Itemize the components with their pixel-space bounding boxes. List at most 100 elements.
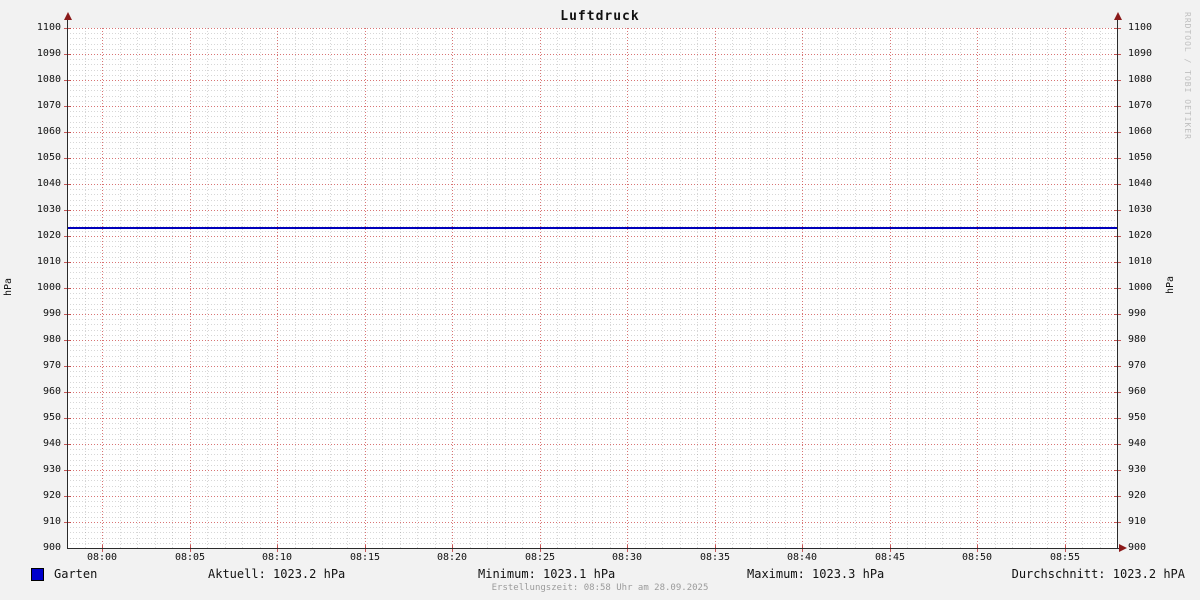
minor-gridline [1099, 28, 1101, 548]
minor-gridline [959, 28, 961, 548]
y-axis-label-left: hPa [3, 277, 14, 297]
major-gridline [364, 28, 366, 548]
chart-title: Luftdruck [560, 9, 640, 24]
minor-gridline [469, 28, 471, 548]
legend-average-value: Durchschnitt: 1023.2 hPA [1011, 567, 1185, 581]
minor-gridline [1082, 28, 1083, 548]
minor-gridline [522, 28, 523, 548]
minor-gridline [172, 28, 173, 548]
x-tick-label: 08:05 [174, 552, 206, 563]
y-tick-label-left: 950 [42, 412, 61, 423]
x-tick-label: 08:45 [874, 552, 906, 563]
minor-gridline [487, 28, 488, 548]
y-axis-right [1117, 20, 1118, 549]
minor-gridline [242, 28, 243, 548]
y-tick-label-left: 1090 [36, 48, 61, 59]
y-axis-label-right: hPa [1165, 275, 1176, 295]
y-tick-label-right: 1060 [1128, 126, 1153, 137]
minor-gridline [819, 28, 821, 548]
minor-gridline [504, 28, 506, 548]
minor-gridline [1047, 28, 1048, 548]
minor-gridline [749, 28, 751, 548]
x-tick-label: 08:25 [524, 552, 556, 563]
minor-gridline [924, 28, 926, 548]
y-tick-label-right: 920 [1128, 490, 1147, 501]
minor-gridline [399, 28, 401, 548]
minor-gridline [154, 28, 156, 548]
minor-gridline [259, 28, 261, 548]
legend-maximum-value: Maximum: 1023.3 hPa [747, 567, 885, 581]
major-gridline [452, 28, 453, 548]
major-gridline [1064, 28, 1066, 548]
minor-gridline [592, 28, 593, 548]
minor-gridline [1012, 28, 1013, 548]
minor-gridline [137, 28, 138, 548]
minor-gridline [609, 28, 611, 548]
major-gridline [102, 28, 103, 548]
y-tick-label-left: 1050 [36, 152, 61, 163]
creation-timestamp: Erstellungszeit: 08:58 Uhr am 28.09.2025 [491, 583, 709, 593]
major-gridline [627, 28, 628, 548]
minor-gridline [907, 28, 908, 548]
y-tick-label-left: 900 [42, 542, 61, 553]
y-axis-left [67, 20, 68, 549]
x-tick-label: 08:50 [961, 552, 993, 563]
y-tick-label-left: 920 [42, 490, 61, 501]
major-gridline [539, 28, 541, 548]
minor-gridline [854, 28, 856, 548]
x-tick-label: 08:35 [699, 552, 731, 563]
y-tick-label-left: 1080 [36, 74, 61, 85]
major-gridline [889, 28, 891, 548]
minor-gridline [784, 28, 786, 548]
y-tick-label-right: 1010 [1128, 256, 1153, 267]
minor-gridline [697, 28, 698, 548]
minor-gridline [1029, 28, 1031, 548]
minor-gridline [767, 28, 768, 548]
y-tick-label-left: 1030 [36, 204, 61, 215]
minor-gridline [837, 28, 838, 548]
y-tick-label-right: 940 [1128, 438, 1147, 449]
minor-gridline [994, 28, 996, 548]
major-gridline [714, 28, 716, 548]
legend-row: Garten Aktuell: 1023.2 hPa Minimum: 1023… [0, 568, 1200, 582]
y-tick-label-right: 1050 [1128, 152, 1153, 163]
rrdtool-graph: 900 900 910 910 920 920 930 930 940 940 950 950 960 9… [0, 0, 1200, 600]
y-tick-label-right: 1090 [1128, 48, 1153, 59]
minor-gridline [347, 28, 348, 548]
x-tick-label: 08:40 [786, 552, 818, 563]
minor-gridline [382, 28, 383, 548]
y-tick-label-right: 1070 [1128, 100, 1153, 111]
minor-gridline [644, 28, 646, 548]
y-tick-label-right: 930 [1128, 464, 1147, 475]
x-tick-label: 08:30 [611, 552, 643, 563]
minor-gridline [574, 28, 576, 548]
y-tick-label-right: 1020 [1128, 230, 1153, 241]
x-tick-label: 08:00 [86, 552, 118, 563]
y-tick-label-left: 910 [42, 516, 61, 527]
minor-gridline [662, 28, 663, 548]
x-tick-label: 08:15 [349, 552, 381, 563]
y-tick-label-left: 1010 [36, 256, 61, 267]
y-tick-label-left: 1040 [36, 178, 61, 189]
y-tick-label-left: 980 [42, 334, 61, 345]
y-tick-label-right: 950 [1128, 412, 1147, 423]
minor-gridline [329, 28, 331, 548]
x-tick-label: 08:10 [261, 552, 293, 563]
rrdtool-watermark: RRDTOOL / TOBI OETIKER [1183, 12, 1192, 140]
minor-gridline [872, 28, 873, 548]
y-tick-label-left: 940 [42, 438, 61, 449]
y-tick-label-right: 1080 [1128, 74, 1153, 85]
minor-gridline [312, 28, 313, 548]
legend-swatch-garten [31, 568, 44, 581]
x-axis-arrow-icon [1119, 544, 1127, 552]
minor-gridline [119, 28, 121, 548]
y-tick-label-left: 930 [42, 464, 61, 475]
y-tick-label-left: 960 [42, 386, 61, 397]
minor-gridline [679, 28, 681, 548]
x-tick-label: 08:55 [1049, 552, 1081, 563]
minor-gridline [294, 28, 296, 548]
y-tick-label-right: 900 [1128, 542, 1147, 553]
x-axis [67, 548, 1119, 549]
major-gridline [277, 28, 278, 548]
minor-gridline [732, 28, 733, 548]
